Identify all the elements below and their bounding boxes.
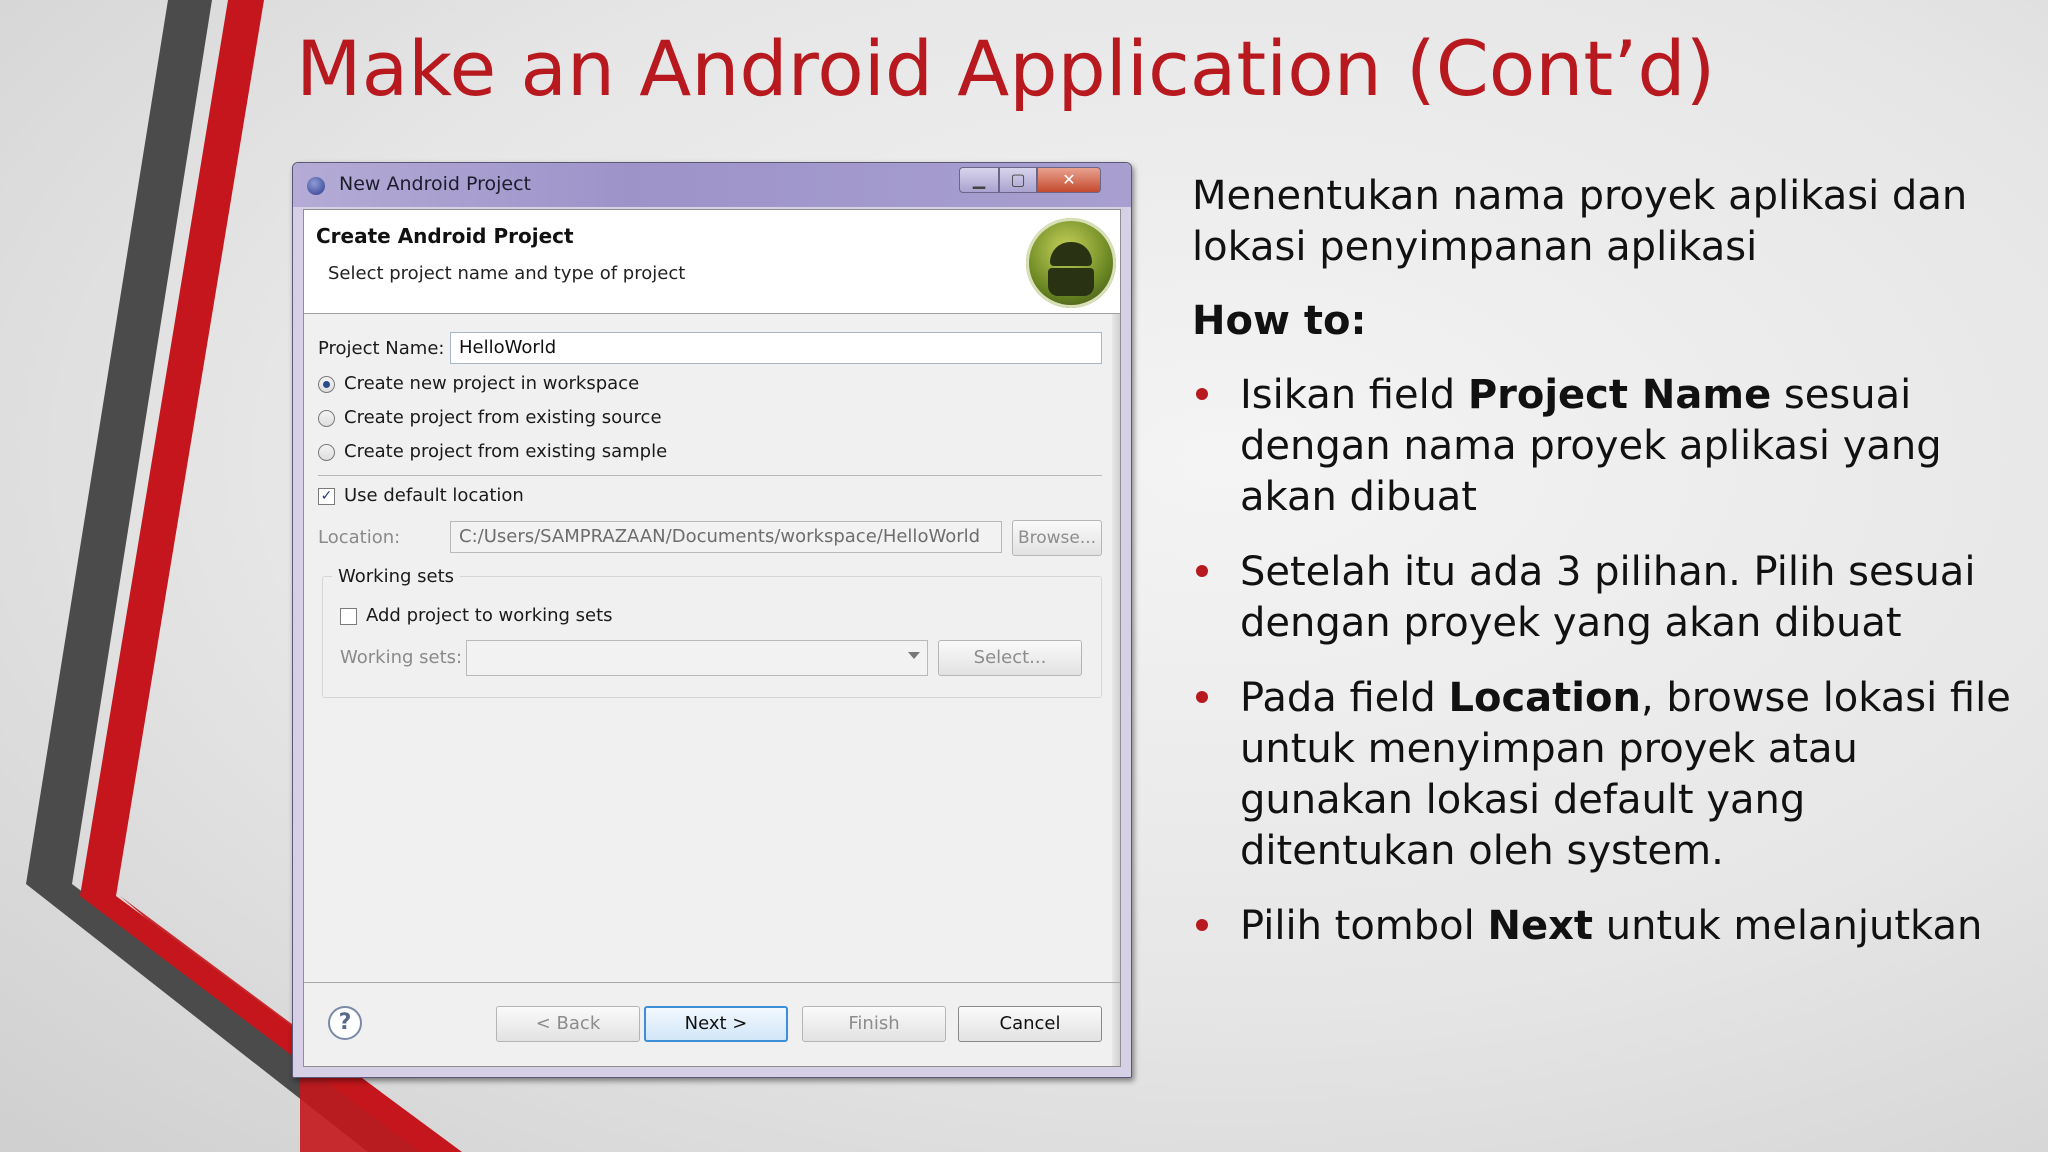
select-button[interactable]: Select...	[938, 640, 1082, 676]
next-button[interactable]: Next >	[644, 1006, 788, 1042]
use-default-location-label[interactable]: Use default location	[344, 485, 524, 506]
working-sets-group-label: Working sets	[332, 566, 461, 587]
cancel-button[interactable]: Cancel	[958, 1006, 1102, 1042]
bullet-text: Pilih tombol	[1240, 903, 1488, 949]
minimize-button[interactable]: ▁	[959, 167, 999, 193]
list-item: Setelah itu ada 3 pilihan. Pilih sesuai …	[1192, 547, 2022, 649]
list-item: Pada field Location, browse lokasi file …	[1192, 673, 2022, 877]
bullet-bold: Project Name	[1467, 372, 1772, 418]
radio-new-project[interactable]	[318, 376, 335, 393]
radio-new-project-label[interactable]: Create new project in workspace	[344, 373, 639, 394]
separator	[318, 475, 1102, 476]
header-title: Create Android Project	[316, 224, 574, 248]
intro-text: Menentukan nama proyek aplikasi dan loka…	[1192, 173, 1968, 270]
bullet-icon	[1196, 565, 1208, 577]
bullet-icon	[1196, 691, 1208, 703]
bullet-icon	[1196, 388, 1208, 400]
howto-heading: How to:	[1192, 298, 1367, 344]
scroll-shade	[1112, 314, 1120, 1066]
location-input[interactable]: C:/Users/SAMPRAZAAN/Documents/workspace/…	[450, 521, 1002, 553]
dialog-window-title: New Android Project	[339, 173, 531, 195]
bullet-bold: Location	[1448, 675, 1641, 721]
list-item: Pilih tombol Next untuk melanjutkan	[1192, 901, 2022, 952]
slide-title: Make an Android Application (Cont’d)	[296, 24, 1716, 113]
radio-existing-source[interactable]	[318, 410, 335, 427]
bullet-text: Isikan field	[1240, 372, 1468, 418]
footer-separator	[304, 982, 1120, 983]
finish-button[interactable]: Finish	[802, 1006, 946, 1042]
back-button[interactable]: < Back	[496, 1006, 640, 1042]
bullet-icon	[1196, 919, 1208, 931]
maximize-button[interactable]: ▢	[999, 167, 1037, 193]
radio-existing-source-label[interactable]: Create project from existing source	[344, 407, 662, 428]
location-label: Location:	[318, 527, 401, 548]
project-name-label: Project Name:	[318, 338, 445, 359]
project-name-input[interactable]: HelloWorld	[450, 332, 1102, 364]
help-icon[interactable]: ?	[328, 1006, 362, 1040]
working-sets-label: Working sets:	[340, 647, 463, 668]
dialog-content: Create Android Project Select project na…	[303, 209, 1121, 1067]
chevron-down-icon[interactable]	[908, 652, 920, 659]
bullet-text: Setelah itu ada 3 pilihan. Pilih sesuai …	[1240, 549, 1976, 646]
bullet-text: untuk melanjutkan	[1593, 903, 1983, 949]
android-logo-icon	[1026, 218, 1116, 308]
bullet-text: Pada field	[1240, 675, 1449, 721]
dialog-titlebar[interactable]: New Android Project ▁ ▢ ✕	[293, 163, 1131, 207]
instruction-list: Isikan field Project Name sesuai dengan …	[1192, 370, 2022, 976]
add-to-working-sets-label[interactable]: Add project to working sets	[366, 605, 613, 626]
new-android-project-dialog: New Android Project ▁ ▢ ✕ Create Android…	[292, 162, 1132, 1078]
radio-existing-sample[interactable]	[318, 444, 335, 461]
dialog-header: Create Android Project Select project na…	[304, 210, 1120, 314]
eclipse-icon	[307, 177, 325, 195]
close-button[interactable]: ✕	[1037, 167, 1101, 193]
header-subtitle: Select project name and type of project	[328, 263, 686, 284]
radio-existing-sample-label[interactable]: Create project from existing sample	[344, 441, 667, 462]
list-item: Isikan field Project Name sesuai dengan …	[1192, 370, 2022, 523]
working-sets-group	[322, 576, 1102, 698]
browse-button[interactable]: Browse...	[1012, 520, 1102, 556]
bullet-bold: Next	[1487, 903, 1593, 949]
use-default-location-checkbox[interactable]: ✓	[318, 488, 335, 505]
working-sets-combo[interactable]	[466, 640, 928, 676]
add-to-working-sets-checkbox[interactable]	[340, 608, 357, 625]
